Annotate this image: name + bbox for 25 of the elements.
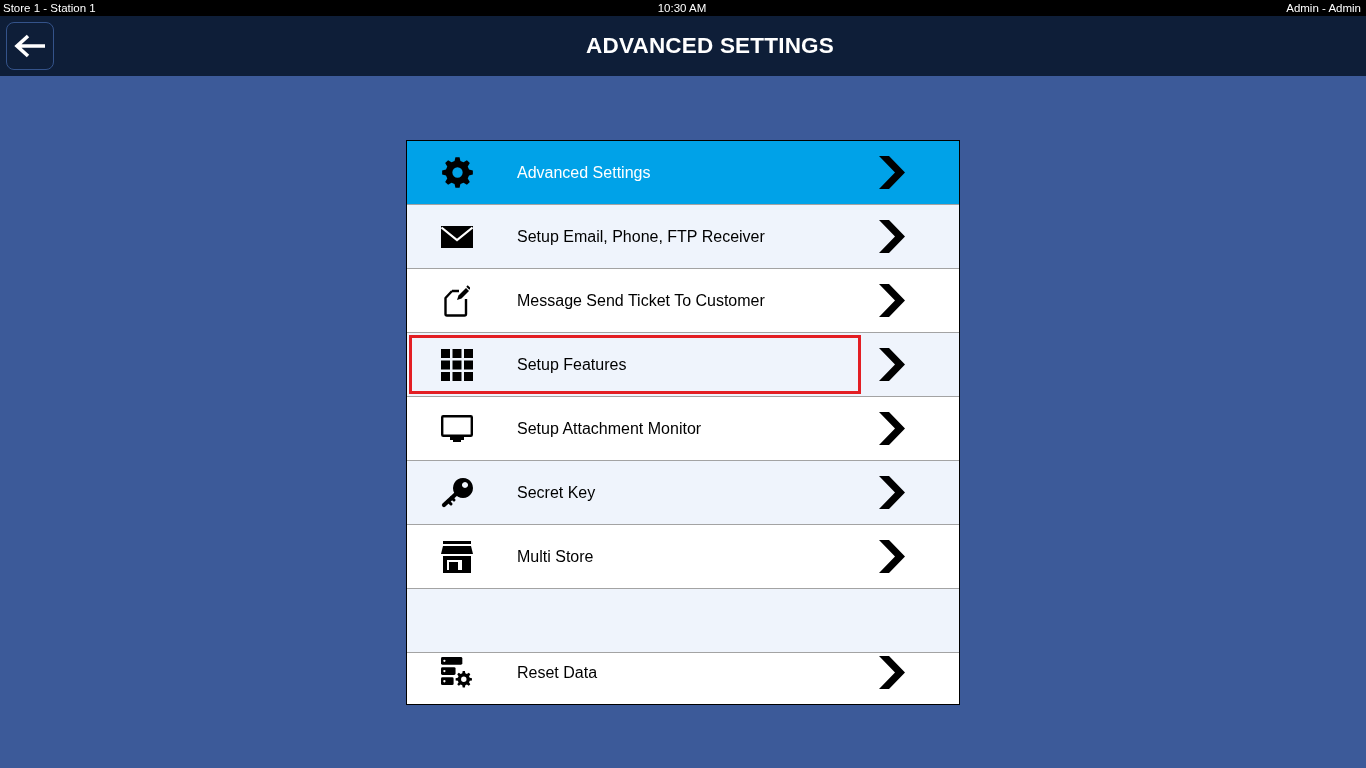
chevron-right-icon: [879, 348, 905, 381]
chevron-right-icon: [879, 476, 905, 509]
chevron-right-icon: [879, 156, 905, 189]
envelope-icon: [441, 225, 473, 248]
clock-time: 10:30 AM: [657, 1, 707, 15]
monitor-icon: [441, 414, 473, 443]
chevron-right-icon: [879, 656, 905, 689]
storefront-icon: [441, 540, 473, 573]
key-icon: [441, 477, 473, 508]
settings-menu-item[interactable]: Setup Email, Phone, FTP Receiver: [407, 205, 959, 269]
page-title: ADVANCED SETTINGS: [585, 33, 835, 59]
chevron-right-icon: [879, 220, 905, 253]
store-station-label: Store 1 - Station 1: [3, 1, 96, 15]
back-arrow-icon: [14, 34, 46, 58]
settings-menu-item[interactable]: Secret Key: [407, 461, 959, 525]
chevron-right-icon: [879, 412, 905, 445]
user-label: Admin - Admin: [1286, 1, 1361, 15]
gear-icon: [441, 157, 473, 188]
back-button[interactable]: [6, 22, 54, 70]
grid-icon: [441, 348, 473, 381]
document-pencil-icon: [444, 284, 470, 317]
chevron-right-icon: [879, 284, 905, 317]
server-gear-icon: [441, 656, 473, 689]
settings-menu-item[interactable]: Setup Features: [407, 333, 959, 397]
chevron-right-icon: [879, 540, 905, 573]
